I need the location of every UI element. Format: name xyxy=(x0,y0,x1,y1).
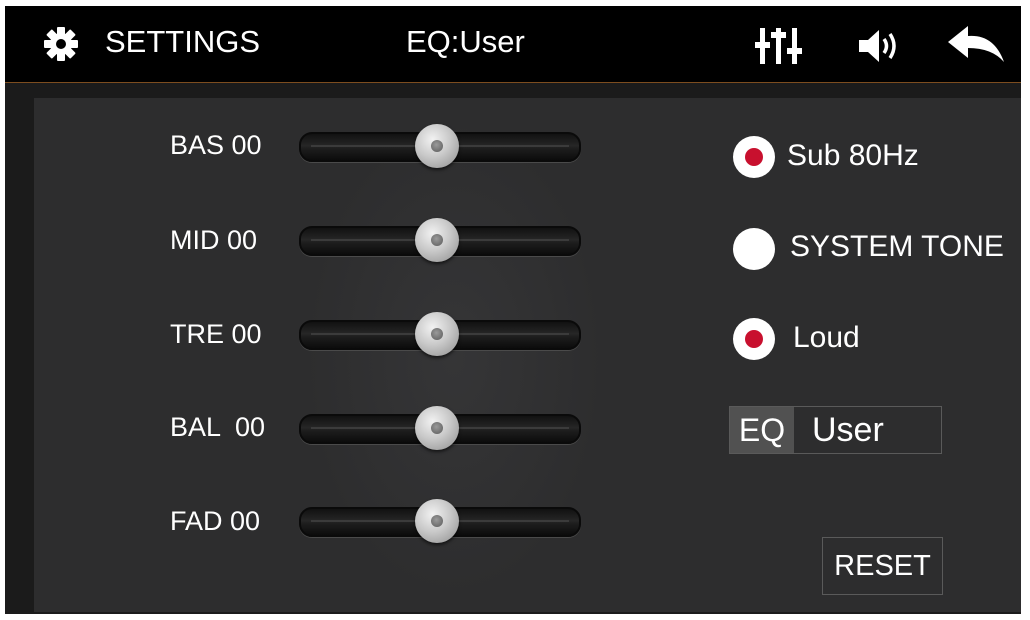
back-arrow-icon[interactable] xyxy=(946,24,1008,68)
radio-selected-dot xyxy=(745,148,763,166)
eq-preset-selector[interactable]: EQ User xyxy=(729,406,942,454)
mid-slider-knob[interactable] xyxy=(415,218,459,262)
system-tone-radio[interactable] xyxy=(733,228,775,270)
balance-label: BAL 00 xyxy=(170,412,266,442)
treble-label: TRE 00 xyxy=(170,319,262,349)
eq-preset-value: User xyxy=(812,411,884,449)
equalizer-sliders-icon[interactable] xyxy=(754,26,810,66)
sub-80hz-label[interactable]: Sub 80Hz xyxy=(787,139,919,173)
mid-label: MID 00 xyxy=(170,225,258,255)
loud-label[interactable]: Loud xyxy=(793,321,860,355)
settings-label[interactable]: SETTINGS xyxy=(105,24,260,60)
eq-tag: EQ xyxy=(730,407,794,453)
speaker-volume-icon[interactable] xyxy=(857,26,903,66)
bass-label: BAS 00 xyxy=(170,130,262,160)
gear-icon[interactable] xyxy=(43,26,79,62)
balance-slider-knob[interactable] xyxy=(415,406,459,450)
fader-slider-knob[interactable] xyxy=(415,499,459,543)
system-tone-label[interactable]: SYSTEM TONE xyxy=(790,230,1004,264)
loud-radio[interactable] xyxy=(733,318,775,360)
bass-slider-knob[interactable] xyxy=(415,124,459,168)
radio-selected-dot xyxy=(745,330,763,348)
fader-label: FAD 00 xyxy=(170,506,261,536)
page-title: EQ:User xyxy=(406,24,525,59)
sub-80hz-radio[interactable] xyxy=(733,136,775,178)
treble-slider-knob[interactable] xyxy=(415,312,459,356)
reset-button[interactable]: RESET xyxy=(822,537,943,595)
